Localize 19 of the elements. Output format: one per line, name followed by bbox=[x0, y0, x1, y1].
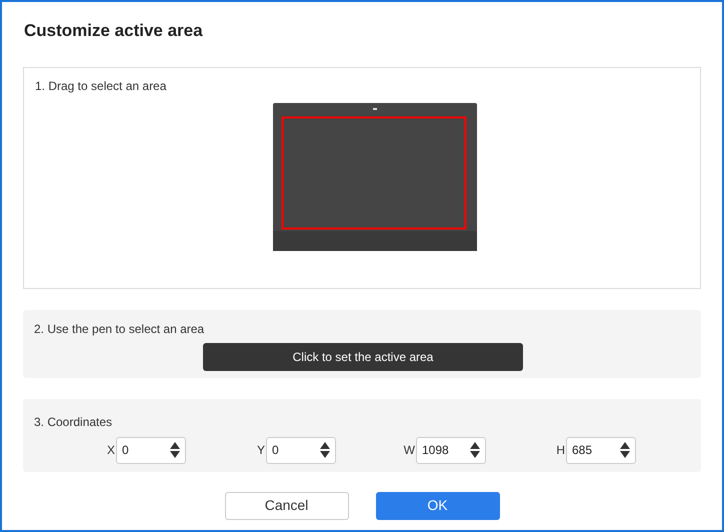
number-spinner[interactable]: 0 bbox=[116, 436, 186, 464]
field-label: H bbox=[555, 442, 565, 459]
spinner-arrows-icon[interactable] bbox=[470, 442, 480, 458]
ok-button[interactable]: OK bbox=[376, 492, 500, 520]
number-spinner[interactable]: 1098 bbox=[416, 436, 486, 464]
section-label: 2. Use the pen to select an area bbox=[34, 320, 204, 338]
spinner-arrows-icon[interactable] bbox=[620, 442, 630, 458]
section-label: 3. Coordinates bbox=[34, 414, 112, 430]
window-title: Customize active area bbox=[24, 20, 203, 42]
cancel-button[interactable]: Cancel bbox=[224, 492, 348, 520]
set-area-button[interactable]: Click to set the active area bbox=[203, 342, 523, 370]
field-label: Y bbox=[256, 442, 265, 459]
number-spinner[interactable]: 0 bbox=[266, 436, 336, 464]
field-label: W bbox=[403, 442, 415, 459]
spinner-arrows-icon[interactable] bbox=[320, 442, 330, 458]
number-spinner[interactable]: 685 bbox=[566, 436, 636, 464]
spinner-arrows-icon[interactable] bbox=[170, 442, 180, 458]
field-label: X bbox=[106, 442, 115, 459]
section-label: 1. Drag to select an area bbox=[35, 78, 166, 94]
